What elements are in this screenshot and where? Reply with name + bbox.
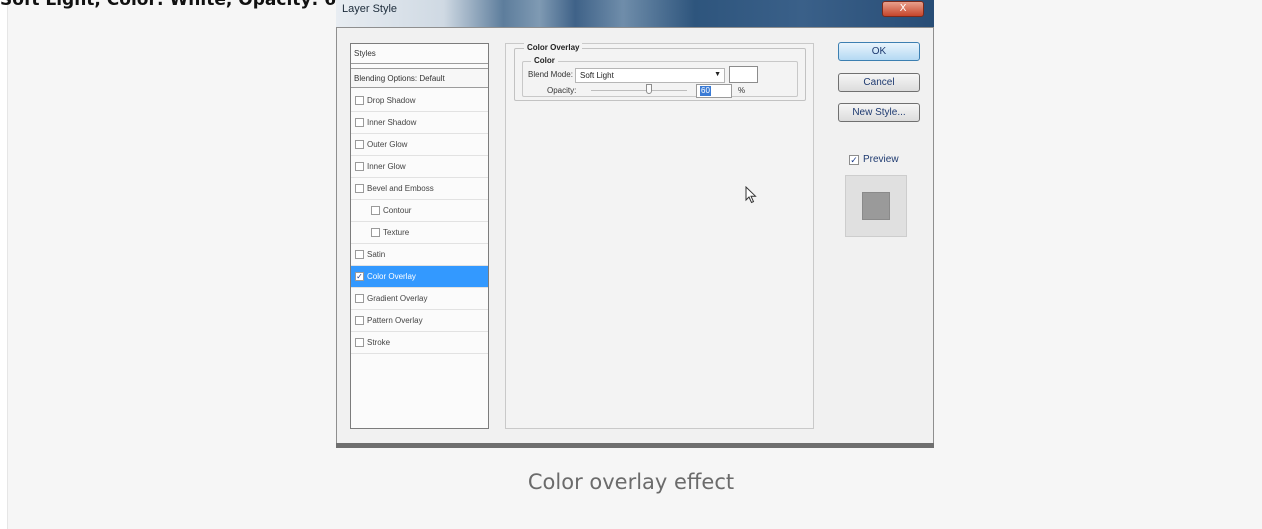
opacity-slider-track[interactable] [591,90,687,91]
style-item[interactable]: Inner Glow [351,156,488,178]
style-item[interactable]: Stroke [351,332,488,354]
style-checkbox[interactable] [355,316,364,325]
style-item[interactable]: Gradient Overlay [351,288,488,310]
color-group-title: Color [531,56,558,65]
style-checkbox[interactable] [355,338,364,347]
style-item-label: Gradient Overlay [367,294,428,303]
close-button[interactable]: X [882,1,924,17]
blend-mode-value: Soft Light [580,71,614,80]
style-item-label: Inner Shadow [367,118,417,127]
style-item-label: Bevel and Emboss [367,184,434,193]
window-titlebar[interactable]: Layer Style X [336,0,934,27]
opacity-input[interactable]: 60 [696,84,732,98]
style-checkbox[interactable] [355,162,364,171]
mouse-cursor-icon [745,186,757,204]
dropdown-arrow-icon: ▼ [714,71,721,78]
style-item[interactable]: Drop Shadow [351,90,488,112]
preview-checkbox[interactable]: ✓ [849,155,859,165]
blending-options-item[interactable]: Blending Options: Default [351,68,488,88]
style-item[interactable]: Contour [351,200,488,222]
color-overlay-panel: Color Overlay Color Blend Mode: Soft Lig… [505,43,814,429]
style-checkbox[interactable] [371,206,380,215]
opacity-label: Opacity: [547,86,577,95]
styles-list: Styles Blending Options: Default Drop Sh… [350,43,489,429]
effect-settings-text: Soft Light, Color: White, Opacity: 60%. [0,0,372,10]
style-item-label: Inner Glow [367,162,406,171]
style-item[interactable]: ✓ Color Overlay [351,266,488,288]
style-item-label: Pattern Overlay [367,316,423,325]
style-item[interactable]: Texture [351,222,488,244]
style-item-label: Stroke [367,338,391,347]
opacity-value: 60 [700,86,711,96]
style-item-label: Outer Glow [367,140,408,149]
style-checkbox[interactable] [355,294,364,303]
style-checkbox[interactable] [355,96,364,105]
preview-label: Preview [863,154,899,165]
style-preview [845,175,907,237]
ok-button[interactable]: OK [838,42,920,61]
styles-header[interactable]: Styles [351,44,488,64]
window-title: Layer Style [342,3,398,15]
color-group: Color Blend Mode: Soft Light ▼ Opacity: … [522,56,798,98]
color-overlay-group: Color Overlay Color Blend Mode: Soft Lig… [514,43,806,101]
blend-mode-select[interactable]: Soft Light ▼ [575,68,725,83]
style-item[interactable]: Satin [351,244,488,266]
cancel-button[interactable]: Cancel [838,73,920,92]
close-icon: X [899,3,907,14]
layer-style-screenshot: Layer Style X Styles Blending Options: D… [336,0,934,448]
preview-toggle[interactable]: ✓ Preview [849,154,899,165]
opacity-slider-thumb[interactable] [646,84,652,94]
style-checkbox[interactable]: ✓ [355,272,364,281]
style-item-label: Color Overlay [367,272,416,281]
style-item[interactable]: Inner Shadow [351,112,488,134]
style-checkbox[interactable] [355,118,364,127]
figure-caption: Color overlay effect [527,470,735,494]
new-style-button[interactable]: New Style... [838,103,920,122]
style-checkbox[interactable] [355,250,364,259]
style-checkbox[interactable] [355,184,364,193]
overlay-color-swatch[interactable] [729,66,758,83]
style-item[interactable]: Outer Glow [351,134,488,156]
style-checkbox[interactable] [355,140,364,149]
style-item-label: Contour [383,206,412,215]
layer-style-dialog: Styles Blending Options: Default Drop Sh… [336,27,934,448]
dialog-bottom-edge [336,443,934,448]
preview-swatch [862,192,890,220]
color-overlay-title: Color Overlay [524,43,583,52]
style-item-label: Drop Shadow [367,96,416,105]
style-checkbox[interactable] [371,228,380,237]
style-item[interactable]: Pattern Overlay [351,310,488,332]
opacity-unit: % [738,86,746,95]
blend-mode-label: Blend Mode: [528,70,573,79]
style-item-label: Satin [367,250,386,259]
style-item-label: Texture [383,228,410,237]
style-item[interactable]: Bevel and Emboss [351,178,488,200]
